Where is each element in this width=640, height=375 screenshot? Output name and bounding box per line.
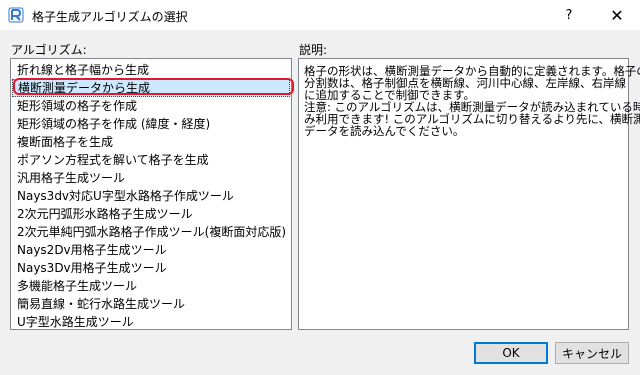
cancel-button[interactable]: キャンセル: [555, 342, 629, 364]
list-item[interactable]: 汎用格子生成ツール: [12, 169, 290, 187]
list-item[interactable]: 2次元円弧形水路格子生成ツール: [12, 205, 290, 223]
list-item-selected[interactable]: 横断測量データから生成: [12, 79, 290, 97]
list-item[interactable]: 簡易直線・蛇行水路生成ツール: [12, 295, 290, 313]
app-icon: [8, 7, 24, 23]
list-item[interactable]: Nays3dv対応U字型水路格子作成ツール: [12, 187, 290, 205]
ok-button[interactable]: OK: [474, 342, 548, 364]
list-item[interactable]: 矩形領域の格子を作成 (緯度・経度): [12, 115, 290, 133]
description-line: データを読み込んでください。: [304, 124, 465, 138]
help-button[interactable]: ?: [546, 0, 592, 30]
close-button[interactable]: ✕: [594, 0, 640, 30]
title-bar: 格子生成アルゴリズムの選択 ? ✕: [0, 0, 640, 30]
algorithm-list[interactable]: 折れ線と格子幅から生成 横断測量データから生成 矩形領域の格子を作成 矩形領域の…: [10, 58, 292, 330]
list-item[interactable]: Nays3Dv用格子生成ツール: [12, 259, 290, 277]
list-item[interactable]: 多機能格子生成ツール: [12, 277, 290, 295]
list-item[interactable]: 折れ線と格子幅から生成: [12, 61, 290, 79]
list-item[interactable]: 2次元単純円弧水路格子作成ツール(複断面対応版): [12, 223, 290, 241]
description-box: 格子の形状は、横断測量データから自動的に定義されます。格子の 分割数は、格子制御…: [298, 58, 640, 330]
window-title: 格子生成アルゴリズムの選択: [32, 10, 188, 24]
list-item[interactable]: Nays2Dv用格子生成ツール: [12, 241, 290, 259]
list-item[interactable]: 矩形領域の格子を作成: [12, 97, 290, 115]
list-item[interactable]: U字型水路生成ツール: [12, 313, 290, 329]
list-item[interactable]: ポアソン方程式を解いて格子を生成: [12, 151, 290, 169]
algorithm-label: アルゴリズム:: [11, 43, 87, 57]
list-item[interactable]: 複断面格子を生成: [12, 133, 290, 151]
description-label: 説明:: [299, 43, 328, 57]
